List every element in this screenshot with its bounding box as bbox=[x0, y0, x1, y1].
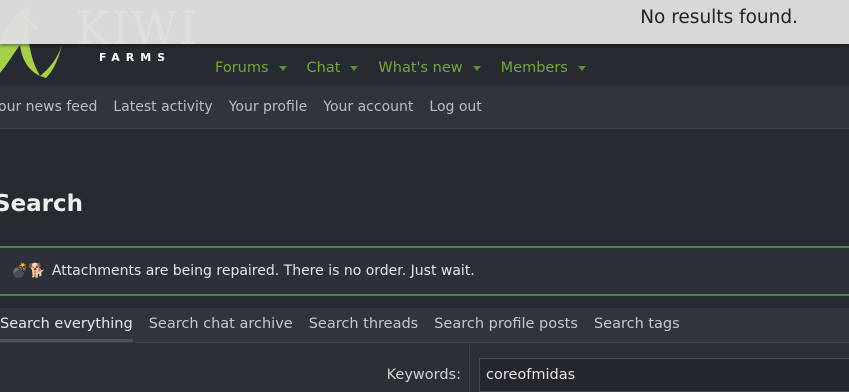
chevron-down-icon[interactable] bbox=[472, 65, 481, 71]
toast-message: No results found. bbox=[640, 7, 798, 28]
tab-search-threads[interactable]: Search threads bbox=[309, 308, 419, 342]
bomb-dog-icon: 💣🐕 bbox=[11, 263, 46, 279]
nav-forums[interactable]: Forums bbox=[215, 57, 287, 79]
page-title: Search bbox=[0, 191, 84, 217]
main-nav: Forums Chat What's new Members bbox=[215, 57, 606, 79]
nav-whats-new-label: What's new bbox=[378, 60, 463, 76]
nav-whats-new[interactable]: What's new bbox=[378, 57, 481, 79]
keywords-label: Keywords: bbox=[386, 367, 461, 383]
form-label-column: Keywords: bbox=[0, 343, 470, 392]
tab-search-profile-posts[interactable]: Search profile posts bbox=[434, 308, 578, 342]
nav-members[interactable]: Members bbox=[501, 57, 586, 79]
sub-nav: our news feed Latest activity Your profi… bbox=[0, 86, 849, 129]
search-tabs: Search everything Search chat archive Se… bbox=[0, 308, 849, 342]
chevron-down-icon[interactable] bbox=[350, 65, 359, 71]
no-results-toast: No results found. bbox=[0, 0, 849, 44]
site-notice: 💣🐕 Attachments are being repaired. There… bbox=[0, 246, 849, 296]
subnav-your-profile[interactable]: Your profile bbox=[229, 99, 308, 115]
notice-text: Attachments are being repaired. There is… bbox=[51, 263, 475, 279]
subnav-news-feed[interactable]: our news feed bbox=[0, 99, 97, 115]
chevron-down-icon[interactable] bbox=[278, 65, 287, 71]
nav-forums-label: Forums bbox=[215, 60, 269, 76]
subnav-your-account[interactable]: Your account bbox=[323, 99, 413, 115]
keywords-input[interactable]: coreofmidas bbox=[479, 358, 849, 392]
nav-chat-label: Chat bbox=[306, 60, 341, 76]
tab-search-tags[interactable]: Search tags bbox=[594, 308, 680, 342]
nav-members-label: Members bbox=[500, 60, 568, 76]
subnav-latest-activity[interactable]: Latest activity bbox=[113, 99, 212, 115]
subnav-log-out[interactable]: Log out bbox=[429, 99, 481, 115]
tab-search-chat-archive[interactable]: Search chat archive bbox=[149, 308, 293, 342]
tab-search-everything[interactable]: Search everything bbox=[0, 308, 133, 342]
keywords-row: Keywords: coreofmidas bbox=[0, 342, 849, 392]
nav-chat[interactable]: Chat bbox=[307, 57, 359, 79]
logo-subtitle: FARMS bbox=[99, 51, 172, 64]
chevron-down-icon[interactable] bbox=[577, 65, 586, 71]
